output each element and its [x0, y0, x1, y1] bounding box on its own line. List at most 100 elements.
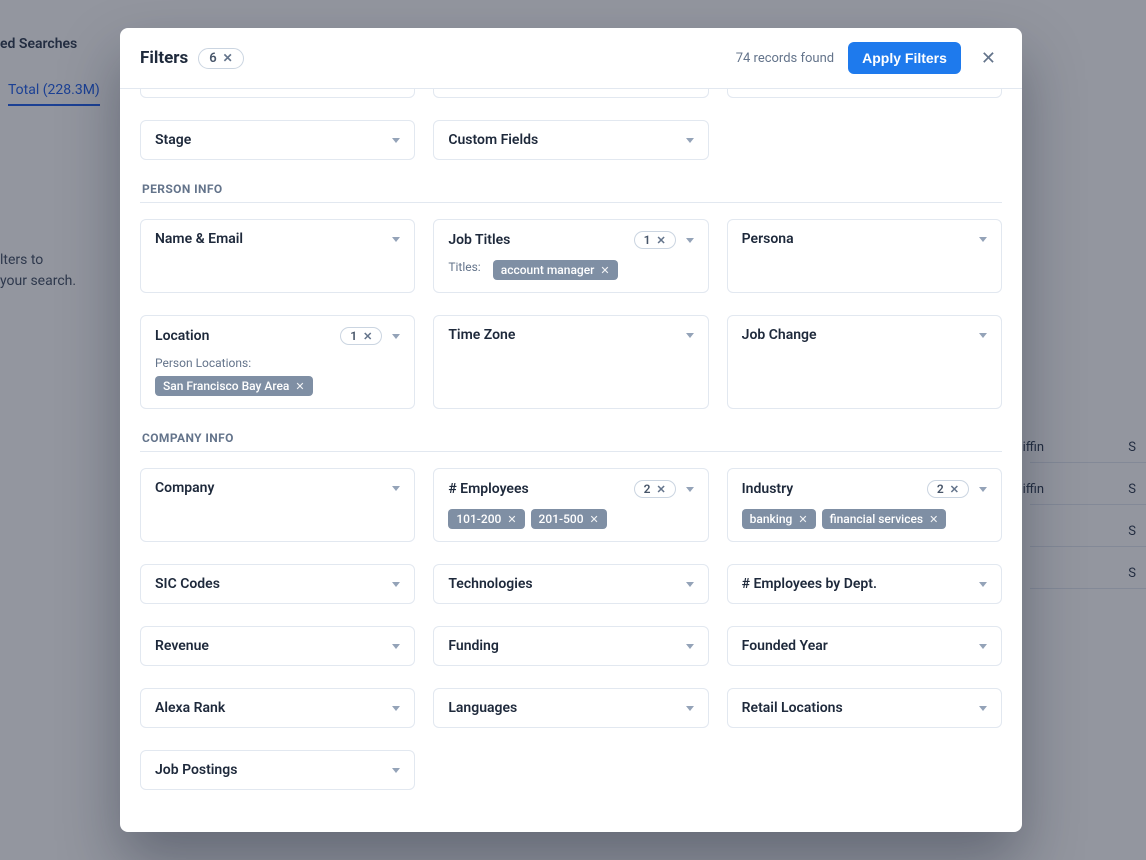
chevron-down-icon — [979, 644, 987, 649]
section-divider — [140, 202, 1002, 203]
chevron-down-icon — [392, 768, 400, 773]
chip-label: account manager — [501, 263, 595, 277]
chevron-down-icon — [392, 706, 400, 711]
filter-count-industry: 2 — [937, 482, 944, 496]
filter-card-industry[interactable]: Industry 2 ✕ banking ✕ — [727, 468, 1002, 542]
filter-card-name-email[interactable]: Name & Email — [140, 219, 415, 293]
active-filters-badge[interactable]: 6 ✕ — [198, 48, 244, 69]
chip-sf-bay-area[interactable]: San Francisco Bay Area ✕ — [155, 376, 313, 396]
filter-card-time-zone[interactable]: Time Zone — [433, 315, 708, 409]
filter-title-industry: Industry — [742, 481, 794, 497]
filter-count-job-titles: 1 — [644, 233, 651, 247]
filters-modal-actions: 74 records found Apply Filters ✕ — [736, 42, 1002, 74]
filter-title-employees: # Employees — [448, 481, 528, 497]
filter-body-industry: banking ✕ financial services ✕ — [728, 509, 1001, 541]
chevron-down-icon — [979, 237, 987, 242]
filter-title-persona: Persona — [742, 231, 794, 247]
filter-card-founded-year[interactable]: Founded Year — [727, 626, 1002, 666]
chevron-down-icon — [979, 487, 987, 492]
filter-card-company[interactable]: Company — [140, 468, 415, 542]
filter-card-custom-fields[interactable]: Custom Fields — [433, 120, 708, 160]
filter-title-retail-locations: Retail Locations — [742, 700, 843, 716]
clear-filter-icon[interactable]: ✕ — [656, 235, 665, 246]
filter-title-location: Location — [155, 328, 209, 344]
filter-card-funding[interactable]: Funding — [433, 626, 708, 666]
remove-chip-icon[interactable]: ✕ — [798, 514, 807, 525]
chip-banking[interactable]: banking ✕ — [742, 509, 816, 529]
clear-all-filters-icon[interactable]: ✕ — [223, 52, 233, 64]
chip-201-500[interactable]: 201-500 ✕ — [531, 509, 607, 529]
filter-sublabel-titles: Titles: — [448, 260, 480, 274]
filter-count-badge-industry[interactable]: 2 ✕ — [927, 480, 969, 498]
filter-card-blank[interactable] — [727, 89, 1002, 98]
filter-title-job-postings: Job Postings — [155, 762, 237, 778]
filter-card-employees-dept[interactable]: # Employees by Dept. — [727, 564, 1002, 604]
filter-title-stage: Stage — [155, 132, 191, 148]
clear-filter-icon[interactable]: ✕ — [656, 484, 665, 495]
chevron-down-icon — [686, 706, 694, 711]
active-filters-count: 6 — [209, 51, 216, 66]
chevron-down-icon — [979, 706, 987, 711]
remove-chip-icon[interactable]: ✕ — [295, 381, 304, 392]
filter-card-blank[interactable] — [140, 89, 415, 98]
filter-title-founded-year: Founded Year — [742, 638, 828, 654]
chip-financial-services[interactable]: financial services ✕ — [822, 509, 947, 529]
filter-card-alexa-rank[interactable]: Alexa Rank — [140, 688, 415, 728]
remove-chip-icon[interactable]: ✕ — [507, 514, 516, 525]
chevron-down-icon — [392, 237, 400, 242]
filter-card-blank[interactable] — [433, 89, 708, 98]
filters-modal-title: Filters — [140, 48, 188, 68]
filter-card-stage[interactable]: Stage — [140, 120, 415, 160]
apply-filters-button[interactable]: Apply Filters — [848, 42, 961, 74]
filter-title-alexa-rank: Alexa Rank — [155, 700, 225, 716]
chip-101-200[interactable]: 101-200 ✕ — [448, 509, 524, 529]
filter-card-job-postings[interactable]: Job Postings — [140, 750, 415, 790]
chevron-down-icon — [979, 582, 987, 587]
filter-body-location: Person Locations: San Francisco Bay Area… — [141, 356, 414, 408]
remove-chip-icon[interactable]: ✕ — [590, 514, 599, 525]
filter-card-job-titles[interactable]: Job Titles 1 ✕ Titles: account manager — [433, 219, 708, 293]
chevron-down-icon — [392, 138, 400, 143]
chevron-down-icon — [392, 644, 400, 649]
chip-label: 101-200 — [456, 512, 501, 526]
clear-filter-icon[interactable]: ✕ — [363, 331, 372, 342]
filter-title-company: Company — [155, 480, 214, 496]
filter-card-languages[interactable]: Languages — [433, 688, 708, 728]
remove-chip-icon[interactable]: ✕ — [600, 265, 609, 276]
filter-card-job-change[interactable]: Job Change — [727, 315, 1002, 409]
filter-title-name-email: Name & Email — [155, 231, 243, 247]
filter-card-sic-codes[interactable]: SIC Codes — [140, 564, 415, 604]
filter-card-employees[interactable]: # Employees 2 ✕ 101-200 ✕ — [433, 468, 708, 542]
chip-label: banking — [750, 512, 793, 526]
filter-count-badge-employees[interactable]: 2 ✕ — [634, 480, 676, 498]
chip-label: 201-500 — [539, 512, 584, 526]
chevron-down-icon — [979, 333, 987, 338]
filter-card-revenue[interactable]: Revenue — [140, 626, 415, 666]
filter-title-technologies: Technologies — [448, 576, 532, 592]
filter-title-job-change: Job Change — [742, 327, 817, 343]
filter-title-sic-codes: SIC Codes — [155, 576, 220, 592]
chevron-down-icon — [392, 334, 400, 339]
filter-sublabel-person-locations: Person Locations: — [155, 356, 394, 370]
chevron-down-icon — [686, 582, 694, 587]
filter-title-funding: Funding — [448, 638, 498, 654]
clear-filter-icon[interactable]: ✕ — [950, 484, 959, 495]
chevron-down-icon — [686, 644, 694, 649]
close-icon: ✕ — [981, 48, 996, 68]
filter-count-badge-job-titles[interactable]: 1 ✕ — [634, 231, 676, 249]
remove-chip-icon[interactable]: ✕ — [929, 514, 938, 525]
filter-card-retail-locations[interactable]: Retail Locations — [727, 688, 1002, 728]
filter-card-location[interactable]: Location 1 ✕ Person Locations: San Franc… — [140, 315, 415, 409]
filter-card-persona[interactable]: Persona — [727, 219, 1002, 293]
filter-count-badge-location[interactable]: 1 ✕ — [340, 327, 382, 345]
filter-body-job-titles: Titles: account manager ✕ — [434, 260, 707, 292]
filter-card-technologies[interactable]: Technologies — [433, 564, 708, 604]
chip-account-manager[interactable]: account manager ✕ — [493, 260, 618, 280]
section-divider — [140, 451, 1002, 452]
close-modal-button[interactable]: ✕ — [975, 45, 1002, 71]
filters-modal-body[interactable]: Stage Custom Fields PERSON INFO Name & E… — [120, 89, 1022, 832]
filter-title-languages: Languages — [448, 700, 517, 716]
chevron-down-icon — [686, 138, 694, 143]
filters-modal: Filters 6 ✕ 74 records found Apply Filte… — [120, 28, 1022, 832]
section-label-company-info: COMPANY INFO — [142, 431, 1002, 445]
